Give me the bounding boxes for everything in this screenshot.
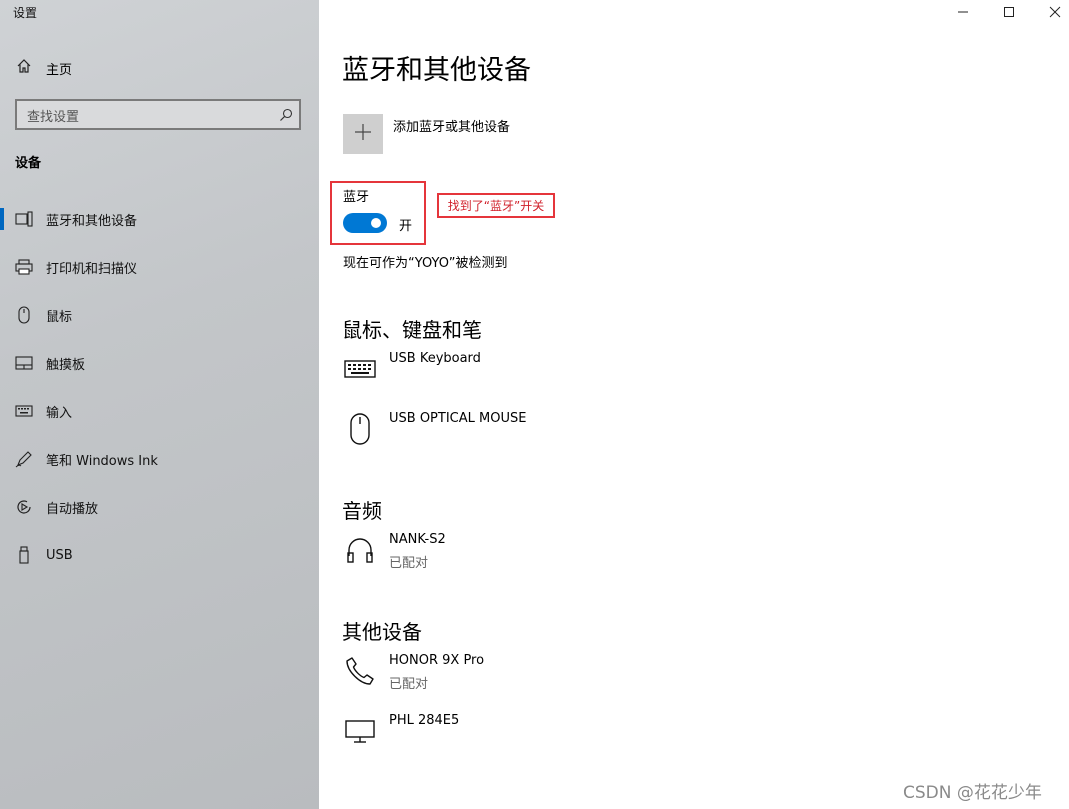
selection-indicator [0, 208, 4, 230]
sidebar-item-mouse[interactable]: 鼠标 [0, 291, 319, 339]
annotation-callout: 找到了“蓝牙”开关 [437, 193, 555, 218]
close-icon [1049, 3, 1061, 22]
add-device-label[interactable]: 添加蓝牙或其他设备 [393, 116, 510, 135]
mouse-icon [342, 411, 378, 447]
device-name: NANK-S2 [389, 532, 446, 547]
discoverable-text: 现在可作为“YOYO”被检测到 [343, 256, 508, 271]
sidebar-item-pen[interactable]: 笔和 Windows Ink [0, 435, 319, 483]
sidebar-item-label: 自动播放 [46, 501, 99, 517]
minimize-button[interactable] [940, 0, 986, 24]
bluetooth-label: 蓝牙 [343, 190, 370, 205]
sidebar-item-label: 打印机和扫描仪 [46, 261, 138, 277]
sidebar-item-label: 蓝牙和其他设备 [46, 213, 138, 229]
sidebar-item-usb[interactable]: USB [0, 531, 319, 579]
toggle-knob [371, 218, 381, 228]
search-icon[interactable] [279, 107, 293, 126]
sidebar-item-label: 笔和 Windows Ink [46, 453, 158, 469]
mouse-icon [15, 306, 33, 324]
touchpad-icon [15, 354, 33, 372]
sidebar-item-label: USB [46, 547, 73, 563]
bluetooth-toggle-state: 开 [399, 219, 413, 234]
monitor-icon [342, 713, 378, 749]
sidebar-item-label: 输入 [46, 405, 73, 421]
bluetooth-toggle[interactable] [343, 213, 387, 233]
close-button[interactable] [1032, 0, 1069, 24]
bluetooth-devices-icon [15, 210, 33, 228]
home-icon [16, 58, 32, 78]
usb-icon [15, 546, 33, 564]
sidebar-item-label: 鼠标 [46, 309, 73, 325]
device-status: 已配对 [389, 677, 429, 692]
group-title-audio: 音频 [342, 499, 382, 523]
sidebar: 设置 主页 查找设置 设备 蓝牙和其他设备 打印机和扫描仪 鼠标 触摸板 输入 … [0, 0, 319, 809]
app-title: 设置 [13, 6, 38, 20]
search-input[interactable]: 查找设置 [27, 106, 79, 125]
maximize-icon [1003, 3, 1015, 22]
sidebar-home-label: 主页 [46, 62, 73, 78]
device-status: 已配对 [389, 556, 429, 571]
device-name: USB OPTICAL MOUSE [389, 411, 527, 426]
device-name: PHL 284E5 [389, 713, 460, 728]
search-box[interactable]: 查找设置 [15, 99, 301, 130]
watermark: CSDN @花花少年 [903, 783, 1042, 803]
printer-icon [15, 258, 33, 276]
sidebar-item-autoplay[interactable]: 自动播放 [0, 483, 319, 531]
maximize-button[interactable] [986, 0, 1032, 24]
minimize-icon [957, 3, 969, 22]
sidebar-item-printers[interactable]: 打印机和扫描仪 [0, 243, 319, 291]
group-title-input-devices: 鼠标、键盘和笔 [342, 318, 482, 342]
sidebar-item-label: 触摸板 [46, 357, 86, 373]
group-title-other-devices: 其他设备 [342, 620, 422, 644]
phone-icon [342, 653, 378, 689]
autoplay-icon [15, 498, 33, 516]
pen-icon [15, 450, 33, 468]
plus-icon [354, 123, 372, 145]
sidebar-home[interactable]: 主页 [16, 58, 72, 78]
keyboard-icon [15, 402, 33, 420]
device-name: USB Keyboard [389, 351, 481, 366]
keyboard-icon [342, 351, 378, 387]
add-device-button[interactable] [343, 114, 383, 154]
sidebar-section-heading: 设备 [15, 156, 42, 171]
sidebar-item-typing[interactable]: 输入 [0, 387, 319, 435]
headphones-icon [342, 532, 378, 568]
page-title: 蓝牙和其他设备 [342, 55, 531, 86]
device-name: HONOR 9X Pro [389, 653, 485, 668]
sidebar-item-touchpad[interactable]: 触摸板 [0, 339, 319, 387]
sidebar-item-bluetooth[interactable]: 蓝牙和其他设备 [0, 195, 319, 243]
